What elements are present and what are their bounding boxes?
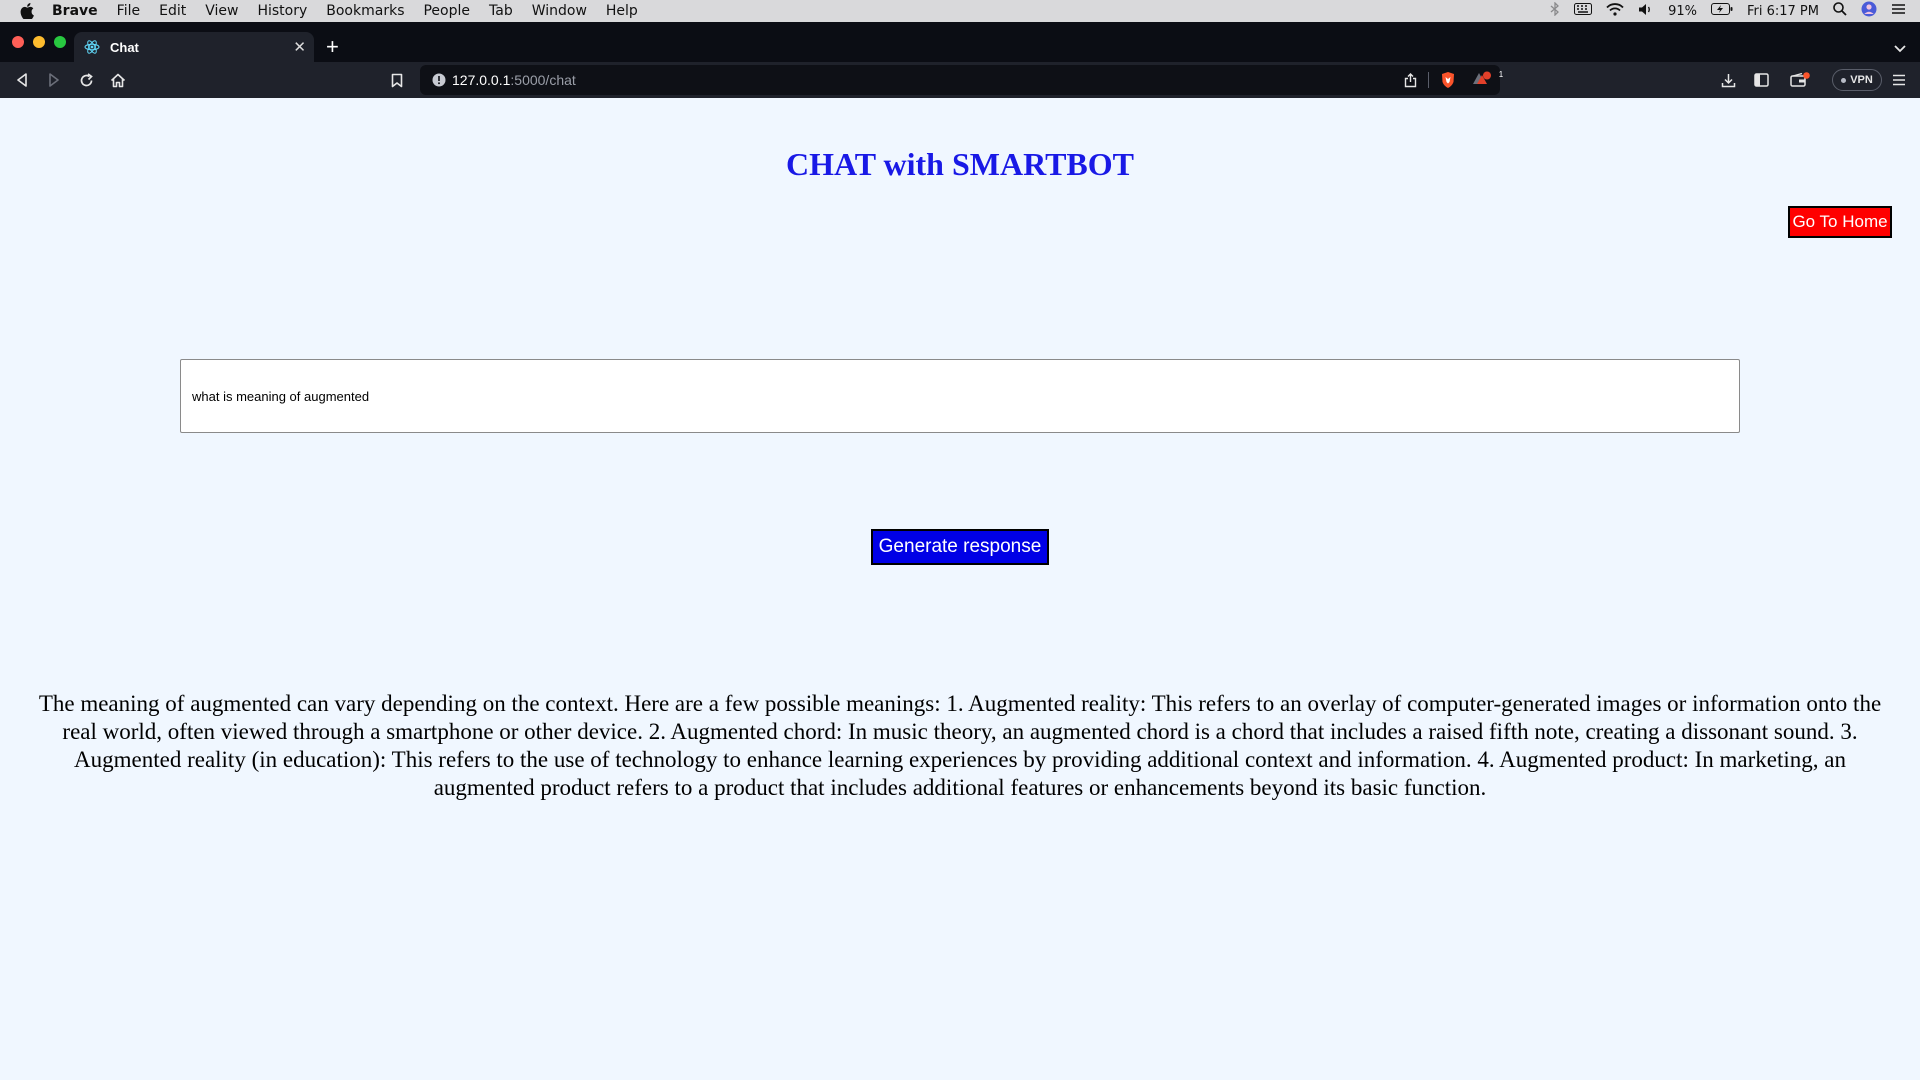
tab-close-icon[interactable]: ✕ [293,38,306,56]
reload-icon[interactable] [76,70,96,90]
tab-search-chevron-down-icon[interactable] [1894,40,1906,58]
clock[interactable]: Fri 6:17 PM [1747,4,1819,19]
back-button-icon[interactable] [12,70,32,90]
window-close-button[interactable] [12,36,24,48]
tab-title: Chat [110,39,139,55]
window-controls [12,36,66,48]
vpn-status-dot [1841,77,1847,83]
menu-window[interactable]: Window [532,3,587,19]
downloads-icon[interactable] [1718,70,1738,90]
bot-response-text: The meaning of augmented can vary depend… [38,691,1882,800]
control-center-icon[interactable] [1891,3,1906,19]
wallet-icon[interactable] [1790,70,1810,90]
tab-chat[interactable]: Chat ✕ [74,32,314,62]
page-title: CHAT with SMARTBOT [786,146,1134,182]
address-bar-divider [1428,72,1429,88]
spotlight-search-icon[interactable] [1833,2,1847,20]
menu-people[interactable]: People [423,3,470,19]
chat-query-input[interactable] [180,359,1740,433]
brave-rewards-icon[interactable] [1472,70,1492,90]
battery-percent: 91% [1668,3,1697,19]
home-icon[interactable] [108,70,128,90]
share-icon[interactable] [1400,70,1420,90]
browser-tab-strip: Chat ✕ + [0,22,1920,62]
generate-response-button[interactable]: Generate response [871,529,1049,565]
volume-icon[interactable] [1638,3,1654,20]
rewards-badge-count: 1 [1498,70,1504,79]
new-tab-button[interactable]: + [326,36,339,58]
macos-menu-bar: Brave File Edit View History Bookmarks P… [0,0,1920,22]
sidebar-icon[interactable] [1751,70,1771,90]
address-bar[interactable]: 127.0.0.1:5000/chat 1 [420,65,1503,95]
battery-charging-icon[interactable] [1710,3,1733,19]
bluetooth-icon[interactable] [1550,1,1560,20]
brave-shields-icon[interactable] [1438,70,1458,90]
menu-help[interactable]: Help [606,3,638,19]
user-account-icon[interactable] [1861,1,1877,21]
hamburger-menu-icon[interactable] [1889,70,1909,90]
url-host: 127.0.0.1 [452,72,511,88]
apple-menu-icon[interactable] [16,3,38,19]
menu-edit[interactable]: Edit [159,3,186,19]
menu-bookmarks[interactable]: Bookmarks [326,3,404,19]
keyboard-icon[interactable] [1574,3,1593,19]
forward-button-icon[interactable] [44,70,64,90]
window-zoom-button[interactable] [54,36,66,48]
menu-view[interactable]: View [205,3,238,19]
wifi-icon[interactable] [1606,2,1624,20]
menu-file[interactable]: File [117,3,140,19]
browser-toolbar: 127.0.0.1:5000/chat 1 VPN [0,62,1920,98]
vpn-label: VPN [1850,74,1873,86]
url-path: :5000/chat [510,72,576,88]
menu-history[interactable]: History [257,3,307,19]
menu-tab[interactable]: Tab [489,3,513,19]
site-info-icon[interactable] [429,70,449,90]
bookmark-icon[interactable] [387,70,407,90]
url-text[interactable]: 127.0.0.1:5000/chat [452,72,576,88]
go-to-home-button[interactable]: Go To Home [1788,206,1892,238]
vpn-button[interactable]: VPN [1832,69,1882,91]
window-minimize-button[interactable] [33,36,45,48]
react-favicon-icon [84,39,100,55]
menu-app-name[interactable]: Brave [52,3,98,19]
